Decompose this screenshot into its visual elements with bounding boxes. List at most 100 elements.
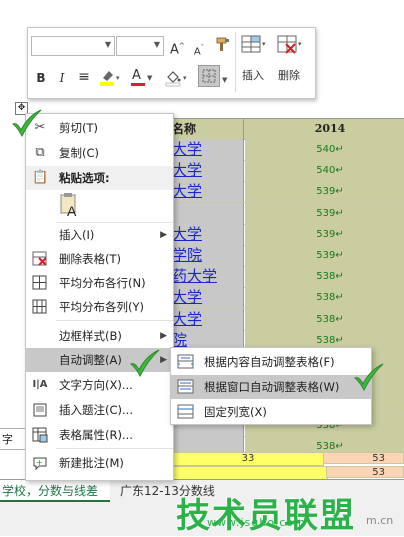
borders-icon (202, 69, 216, 83)
bold-button[interactable]: B (35, 70, 47, 86)
chevron-down-icon[interactable]: ▼ (154, 40, 160, 49)
fixed-column-width-icon (177, 404, 195, 420)
svg-text:▾: ▾ (116, 74, 120, 82)
table-row: 大学 538↵ (168, 287, 404, 310)
menu-item-cut[interactable]: ✂ 剪切(T) (26, 116, 173, 140)
menu-separator (56, 448, 173, 449)
delete-button[interactable]: ▾ 删除 (274, 32, 310, 92)
score-cell[interactable]: 540↵ (245, 139, 404, 160)
italic-button[interactable]: I (56, 70, 68, 86)
menu-item-new-comment[interactable]: + 新建批注(M) (26, 451, 173, 475)
menu-item-label: 平均分布各行(N) (59, 276, 146, 290)
menu-item-distribute-columns[interactable]: 平均分布各列(Y) (26, 295, 173, 319)
context-menu: ✂ 剪切(T) ⧉ 复制(C) 📋 粘贴选项: A 插入(I) ▶ 删除表格(T… (25, 113, 174, 481)
shading-button[interactable]: ▾ (164, 68, 190, 88)
new-comment-icon: + (32, 455, 48, 471)
menu-item-label: 剪切(T) (59, 121, 98, 135)
distribute-columns-icon (32, 299, 48, 315)
chevron-down-icon[interactable]: ▼ (222, 72, 227, 88)
svg-text:+: + (36, 458, 43, 467)
watermark-suffix: m.cn (366, 514, 394, 527)
menu-item-label: 插入题注(C)... (59, 403, 133, 417)
shrink-font-button[interactable]: Aˇ (192, 40, 206, 60)
score-cell[interactable]: 539↵ (245, 181, 404, 203)
watermark-logo: 技术员联盟 (176, 496, 356, 536)
menu-item-label: 删除表格(T) (59, 252, 121, 266)
score-cell[interactable]: 540↵ (245, 160, 404, 182)
menu-item-insert-caption[interactable]: 插入题注(C)... (26, 398, 173, 422)
svg-text:▾: ▾ (183, 74, 187, 82)
align-center-icon: ≡ (78, 69, 90, 85)
menu-item-label: 表格属性(R)... (59, 428, 133, 442)
school-name-cell[interactable]: 大学 (168, 287, 244, 309)
school-name-cell[interactable]: 大学 (168, 308, 244, 330)
submenu-item-autofit-window[interactable]: 根据窗口自动调整表格(W) (171, 375, 371, 399)
format-painter-button[interactable] (214, 36, 232, 54)
submenu-item-autofit-contents[interactable]: 根据内容自动调整表格(F) (171, 350, 371, 374)
center-align-button[interactable]: ≡ (76, 69, 92, 85)
school-name-cell[interactable]: 大学 (168, 160, 244, 182)
score-cell[interactable]: 539↵ (245, 223, 404, 245)
school-name-cell[interactable]: 大学 (168, 139, 244, 160)
table-row: 学院 539↵ (168, 245, 404, 267)
menu-item-table-properties[interactable]: 表格属性(R)... (26, 423, 173, 447)
highlighter-icon: ▾ (100, 71, 120, 86)
menu-item-delete-table[interactable]: 删除表格(T) (26, 247, 173, 271)
font-name-combo[interactable]: ▼ (31, 36, 115, 56)
score-cell[interactable]: 539↵ (245, 245, 404, 266)
chevron-right-icon: ▶ (160, 331, 167, 341)
school-name-cell[interactable]: 药大学 (168, 266, 244, 288)
orange-cell-2[interactable]: 53 (326, 466, 404, 478)
grow-font-button[interactable]: A^ (170, 38, 185, 58)
school-name-cell[interactable] (168, 202, 244, 224)
orange-cell[interactable]: 53 (323, 452, 404, 464)
left-cell-fragment[interactable]: 字 (0, 428, 25, 450)
borders-button[interactable]: ▼ (198, 65, 230, 89)
highlight-button[interactable]: ▾ (98, 68, 120, 88)
format-painter-icon (216, 37, 229, 51)
menu-item-label: 文字方向(X)... (59, 378, 133, 392)
sheet-tab-active[interactable]: 学校，分数与线差 (0, 480, 110, 502)
table-row: 大学 539↵ (168, 181, 404, 204)
chevron-right-icon: ▶ (160, 230, 167, 240)
insert-button[interactable]: ▾ 插入 (238, 32, 274, 92)
menu-item-distribute-rows[interactable]: 平均分布各行(N) (26, 271, 173, 295)
menu-item-label: 复制(C) (59, 146, 100, 160)
paste-text-only-icon: A (60, 193, 77, 219)
school-name-cell[interactable]: 学院 (168, 245, 244, 266)
delete-table-icon: ▾ (277, 35, 302, 54)
menu-item-border-styles[interactable]: 边框样式(B) ▶ (26, 324, 173, 348)
chevron-down-icon[interactable]: ▼ (147, 70, 152, 86)
paste-keep-text-button[interactable]: A (59, 192, 81, 219)
score-cell[interactable]: 539↵ (245, 202, 404, 224)
shrink-font-icon: A (193, 46, 201, 58)
score-cell[interactable]: 538↵ (245, 266, 404, 288)
school-name-cell[interactable]: 大学 (168, 181, 244, 203)
yellow-cell[interactable]: 33 (172, 452, 324, 466)
paste-icon: 📋 (32, 170, 49, 185)
school-name-cell[interactable]: 大学 (168, 223, 244, 245)
menu-item-insert[interactable]: 插入(I) ▶ (26, 223, 173, 247)
score-cell[interactable]: 538↵ (245, 287, 404, 309)
autofit-window-icon (177, 379, 195, 395)
score-cell[interactable]: 538↵ (245, 308, 404, 330)
chevron-down-icon[interactable]: ▼ (105, 40, 111, 49)
svg-text:▾: ▾ (262, 40, 266, 48)
menu-item-label: 自动调整(A) (59, 353, 122, 367)
menu-item-label: 粘贴选项: (59, 171, 110, 185)
font-color-button[interactable]: A ▼ (130, 68, 154, 88)
header-name-cell[interactable]: 名称 (168, 119, 244, 139)
header-year-cell[interactable]: 2014 (245, 119, 404, 139)
table-properties-icon (32, 427, 48, 443)
paint-bucket-icon: ▾ (165, 71, 187, 87)
table-row: 大学 538↵ (168, 308, 404, 331)
table-row: 药大学 538↵ (168, 266, 404, 289)
submenu-item-fixed-width[interactable]: 固定列宽(X) (171, 400, 371, 424)
check-mark-icon (354, 363, 384, 392)
table-row: 539↵ (168, 202, 404, 225)
font-size-combo[interactable]: ▼ (116, 36, 164, 56)
distribute-rows-icon (32, 275, 48, 291)
menu-item-copy[interactable]: ⧉ 复制(C) (26, 141, 173, 165)
insert-label: 插入 (242, 69, 264, 82)
menu-item-label: 边框样式(B) (59, 329, 122, 343)
